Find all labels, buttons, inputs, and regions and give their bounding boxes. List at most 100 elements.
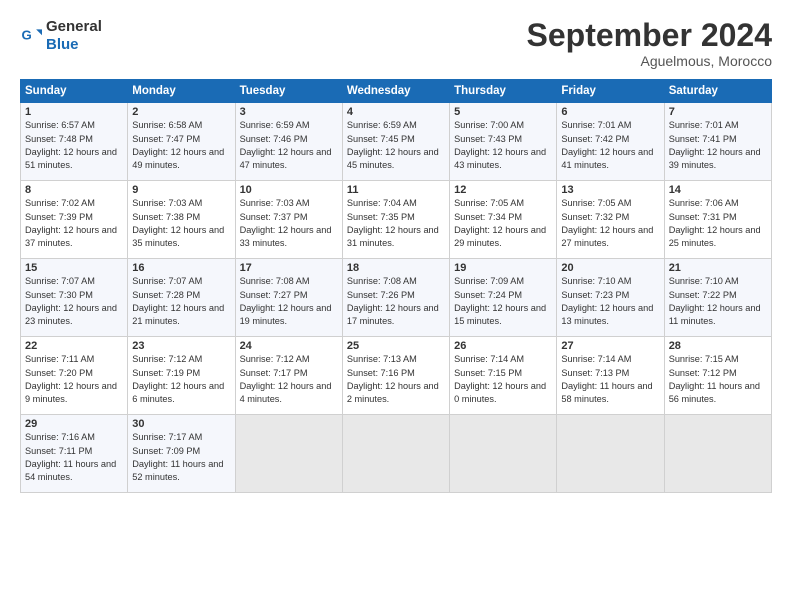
calendar-cell: 17Sunrise: 7:08 AMSunset: 7:27 PMDayligh… (235, 259, 342, 337)
col-header-wednesday: Wednesday (342, 80, 449, 103)
calendar-cell: 11Sunrise: 7:04 AMSunset: 7:35 PMDayligh… (342, 181, 449, 259)
calendar-cell: 25Sunrise: 7:13 AMSunset: 7:16 PMDayligh… (342, 337, 449, 415)
calendar-cell: 30Sunrise: 7:17 AMSunset: 7:09 PMDayligh… (128, 415, 235, 493)
week-row-5: 29Sunrise: 7:16 AMSunset: 7:11 PMDayligh… (21, 415, 772, 493)
cell-content: Sunrise: 7:03 AMSunset: 7:37 PMDaylight:… (240, 197, 338, 250)
day-number: 27 (561, 340, 659, 352)
logo-icon: G (20, 25, 42, 47)
day-number: 17 (240, 262, 338, 274)
location: Aguelmous, Morocco (527, 53, 772, 69)
calendar-cell: 19Sunrise: 7:09 AMSunset: 7:24 PMDayligh… (450, 259, 557, 337)
calendar-cell: 8Sunrise: 7:02 AMSunset: 7:39 PMDaylight… (21, 181, 128, 259)
cell-content: Sunrise: 7:05 AMSunset: 7:32 PMDaylight:… (561, 197, 659, 250)
day-number: 29 (25, 418, 123, 430)
col-header-tuesday: Tuesday (235, 80, 342, 103)
calendar-cell: 27Sunrise: 7:14 AMSunset: 7:13 PMDayligh… (557, 337, 664, 415)
day-number: 18 (347, 262, 445, 274)
cell-content: Sunrise: 7:07 AMSunset: 7:28 PMDaylight:… (132, 275, 230, 328)
cell-content: Sunrise: 7:01 AMSunset: 7:42 PMDaylight:… (561, 119, 659, 172)
day-number: 25 (347, 340, 445, 352)
day-number: 6 (561, 106, 659, 118)
day-number: 13 (561, 184, 659, 196)
cell-content: Sunrise: 7:12 AMSunset: 7:19 PMDaylight:… (132, 353, 230, 406)
col-header-sunday: Sunday (21, 80, 128, 103)
cell-content: Sunrise: 7:12 AMSunset: 7:17 PMDaylight:… (240, 353, 338, 406)
day-number: 4 (347, 106, 445, 118)
day-number: 1 (25, 106, 123, 118)
cell-content: Sunrise: 7:04 AMSunset: 7:35 PMDaylight:… (347, 197, 445, 250)
day-number: 9 (132, 184, 230, 196)
calendar-cell: 23Sunrise: 7:12 AMSunset: 7:19 PMDayligh… (128, 337, 235, 415)
cell-content: Sunrise: 7:11 AMSunset: 7:20 PMDaylight:… (25, 353, 123, 406)
calendar-cell: 10Sunrise: 7:03 AMSunset: 7:37 PMDayligh… (235, 181, 342, 259)
month-title: September 2024 (527, 18, 772, 53)
cell-content: Sunrise: 7:00 AMSunset: 7:43 PMDaylight:… (454, 119, 552, 172)
cell-content: Sunrise: 7:17 AMSunset: 7:09 PMDaylight:… (132, 431, 230, 484)
header: G General Blue September 2024 Aguelmous,… (20, 18, 772, 69)
calendar-cell: 5Sunrise: 7:00 AMSunset: 7:43 PMDaylight… (450, 103, 557, 181)
calendar-page: G General Blue September 2024 Aguelmous,… (0, 0, 792, 612)
day-number: 8 (25, 184, 123, 196)
calendar-cell: 3Sunrise: 6:59 AMSunset: 7:46 PMDaylight… (235, 103, 342, 181)
calendar-cell: 9Sunrise: 7:03 AMSunset: 7:38 PMDaylight… (128, 181, 235, 259)
calendar-cell: 15Sunrise: 7:07 AMSunset: 7:30 PMDayligh… (21, 259, 128, 337)
cell-content: Sunrise: 6:59 AMSunset: 7:46 PMDaylight:… (240, 119, 338, 172)
week-row-4: 22Sunrise: 7:11 AMSunset: 7:20 PMDayligh… (21, 337, 772, 415)
cell-content: Sunrise: 7:02 AMSunset: 7:39 PMDaylight:… (25, 197, 123, 250)
cell-content: Sunrise: 7:09 AMSunset: 7:24 PMDaylight:… (454, 275, 552, 328)
calendar-cell: 18Sunrise: 7:08 AMSunset: 7:26 PMDayligh… (342, 259, 449, 337)
cell-content: Sunrise: 7:03 AMSunset: 7:38 PMDaylight:… (132, 197, 230, 250)
cell-content: Sunrise: 7:05 AMSunset: 7:34 PMDaylight:… (454, 197, 552, 250)
calendar-cell: 13Sunrise: 7:05 AMSunset: 7:32 PMDayligh… (557, 181, 664, 259)
cell-content: Sunrise: 7:08 AMSunset: 7:27 PMDaylight:… (240, 275, 338, 328)
cell-content: Sunrise: 7:08 AMSunset: 7:26 PMDaylight:… (347, 275, 445, 328)
cell-content: Sunrise: 7:01 AMSunset: 7:41 PMDaylight:… (669, 119, 767, 172)
day-number: 30 (132, 418, 230, 430)
logo-text: General Blue (46, 18, 102, 54)
cell-content: Sunrise: 7:06 AMSunset: 7:31 PMDaylight:… (669, 197, 767, 250)
calendar-cell: 29Sunrise: 7:16 AMSunset: 7:11 PMDayligh… (21, 415, 128, 493)
cell-content: Sunrise: 7:14 AMSunset: 7:15 PMDaylight:… (454, 353, 552, 406)
week-row-2: 8Sunrise: 7:02 AMSunset: 7:39 PMDaylight… (21, 181, 772, 259)
day-number: 20 (561, 262, 659, 274)
col-header-monday: Monday (128, 80, 235, 103)
col-header-friday: Friday (557, 80, 664, 103)
cell-content: Sunrise: 7:13 AMSunset: 7:16 PMDaylight:… (347, 353, 445, 406)
week-row-3: 15Sunrise: 7:07 AMSunset: 7:30 PMDayligh… (21, 259, 772, 337)
calendar-cell: 22Sunrise: 7:11 AMSunset: 7:20 PMDayligh… (21, 337, 128, 415)
cell-content: Sunrise: 6:58 AMSunset: 7:47 PMDaylight:… (132, 119, 230, 172)
calendar-cell: 24Sunrise: 7:12 AMSunset: 7:17 PMDayligh… (235, 337, 342, 415)
cell-content: Sunrise: 7:10 AMSunset: 7:22 PMDaylight:… (669, 275, 767, 328)
calendar-body: 1Sunrise: 6:57 AMSunset: 7:48 PMDaylight… (21, 103, 772, 493)
cell-content: Sunrise: 6:57 AMSunset: 7:48 PMDaylight:… (25, 119, 123, 172)
day-number: 21 (669, 262, 767, 274)
calendar-cell: 16Sunrise: 7:07 AMSunset: 7:28 PMDayligh… (128, 259, 235, 337)
calendar-cell: 7Sunrise: 7:01 AMSunset: 7:41 PMDaylight… (664, 103, 771, 181)
calendar-cell: 1Sunrise: 6:57 AMSunset: 7:48 PMDaylight… (21, 103, 128, 181)
col-header-saturday: Saturday (664, 80, 771, 103)
col-header-thursday: Thursday (450, 80, 557, 103)
calendar-cell: 6Sunrise: 7:01 AMSunset: 7:42 PMDaylight… (557, 103, 664, 181)
day-number: 22 (25, 340, 123, 352)
logo-blue: Blue (46, 36, 79, 53)
cell-content: Sunrise: 7:10 AMSunset: 7:23 PMDaylight:… (561, 275, 659, 328)
calendar-cell: 20Sunrise: 7:10 AMSunset: 7:23 PMDayligh… (557, 259, 664, 337)
logo: G General Blue (20, 18, 102, 54)
calendar-cell: 28Sunrise: 7:15 AMSunset: 7:12 PMDayligh… (664, 337, 771, 415)
day-number: 12 (454, 184, 552, 196)
calendar-header-row: SundayMondayTuesdayWednesdayThursdayFrid… (21, 80, 772, 103)
calendar-cell (342, 415, 449, 493)
day-number: 16 (132, 262, 230, 274)
day-number: 14 (669, 184, 767, 196)
calendar-cell (664, 415, 771, 493)
day-number: 2 (132, 106, 230, 118)
day-number: 23 (132, 340, 230, 352)
day-number: 3 (240, 106, 338, 118)
calendar-cell (557, 415, 664, 493)
day-number: 28 (669, 340, 767, 352)
cell-content: Sunrise: 7:16 AMSunset: 7:11 PMDaylight:… (25, 431, 123, 484)
calendar-table: SundayMondayTuesdayWednesdayThursdayFrid… (20, 79, 772, 493)
calendar-cell: 14Sunrise: 7:06 AMSunset: 7:31 PMDayligh… (664, 181, 771, 259)
calendar-cell (235, 415, 342, 493)
cell-content: Sunrise: 6:59 AMSunset: 7:45 PMDaylight:… (347, 119, 445, 172)
